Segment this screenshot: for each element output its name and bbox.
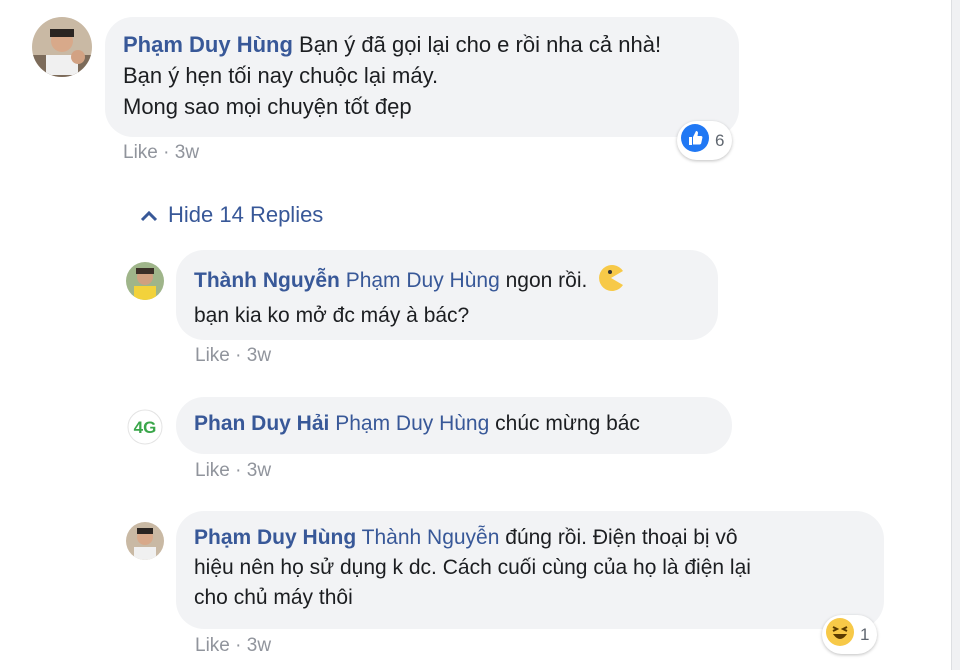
comment-text-line3: Mong sao mọi chuyện tốt đẹp [123,94,412,119]
svg-text:4G: 4G [134,418,157,437]
like-link[interactable]: Like [123,142,158,163]
comment-text-line2: Bạn ý hẹn tối nay chuộc lại máy. [123,63,439,88]
reply-bubble: Thành Nguyễn Phạm Duy Hùng ngon rồi. bạn… [176,250,718,340]
reply-text: chúc mừng bác [495,412,640,435]
reaction-count: 1 [860,624,870,644]
like-link[interactable]: Like [195,635,230,656]
reply-author[interactable]: Phan Duy Hải [194,412,329,435]
reply-text-line1: đúng rồi. Điện thoại bị vô [505,526,738,549]
timestamp[interactable]: 3w [175,142,199,163]
timestamp[interactable]: 3w [247,345,271,366]
hide-replies-link[interactable]: Hide 14 Replies [140,202,323,228]
reply-bubble: Phan Duy Hải Phạm Duy Hùng chúc mừng bác [176,397,732,454]
like-link[interactable]: Like [195,345,230,366]
timestamp[interactable]: 3w [247,460,271,481]
chevron-up-icon [140,202,158,228]
reply-author[interactable]: Phạm Duy Hùng [194,526,356,549]
comment-author[interactable]: Phạm Duy Hùng [123,32,293,57]
reply-text-line2: bạn kia ko mở đc máy à bác? [194,304,470,327]
reply-text-line3: cho chủ máy thôi [194,586,353,609]
comment-text-line1: Bạn ý đã gọi lại cho e rồi nha cả nhà! [299,32,662,57]
avatar[interactable] [32,17,92,77]
scrollbar-track[interactable] [951,0,960,670]
comment-meta: Like · 3w [123,142,200,163]
like-link[interactable]: Like [195,460,230,481]
reply-text-line1: ngon rồi. [505,269,588,292]
reaction-summary[interactable]: 6 [677,121,733,160]
reply-meta: Like · 3w [195,345,272,366]
avatar[interactable] [126,262,164,300]
reaction-count: 6 [715,130,725,150]
haha-reaction-icon [826,618,854,651]
avatar[interactable] [126,522,164,560]
reply-meta: Like · 3w [195,460,272,481]
pacman-emoticon-icon [597,264,625,301]
reply-mention[interactable]: Phạm Duy Hùng [335,412,489,435]
reply-author[interactable]: Thành Nguyễn [194,269,340,292]
reply-mention[interactable]: Phạm Duy Hùng [346,269,500,292]
avatar[interactable]: 4G [126,408,164,446]
reply-bubble: Phạm Duy Hùng Thành Nguyễn đúng rồi. Điệ… [176,511,884,629]
reply-text-line2: hiệu nên họ sử dụng k dc. Cách cuối cùng… [194,556,751,579]
like-reaction-icon [681,124,709,157]
reaction-summary[interactable]: 1 [822,615,878,654]
reply-meta: Like · 3w [195,635,272,656]
timestamp[interactable]: 3w [247,635,271,656]
hide-replies-label: Hide 14 Replies [168,202,324,227]
comment-bubble: Phạm Duy Hùng Bạn ý đã gọi lại cho e rồi… [105,17,739,137]
reply-mention[interactable]: Thành Nguyễn [362,526,500,549]
